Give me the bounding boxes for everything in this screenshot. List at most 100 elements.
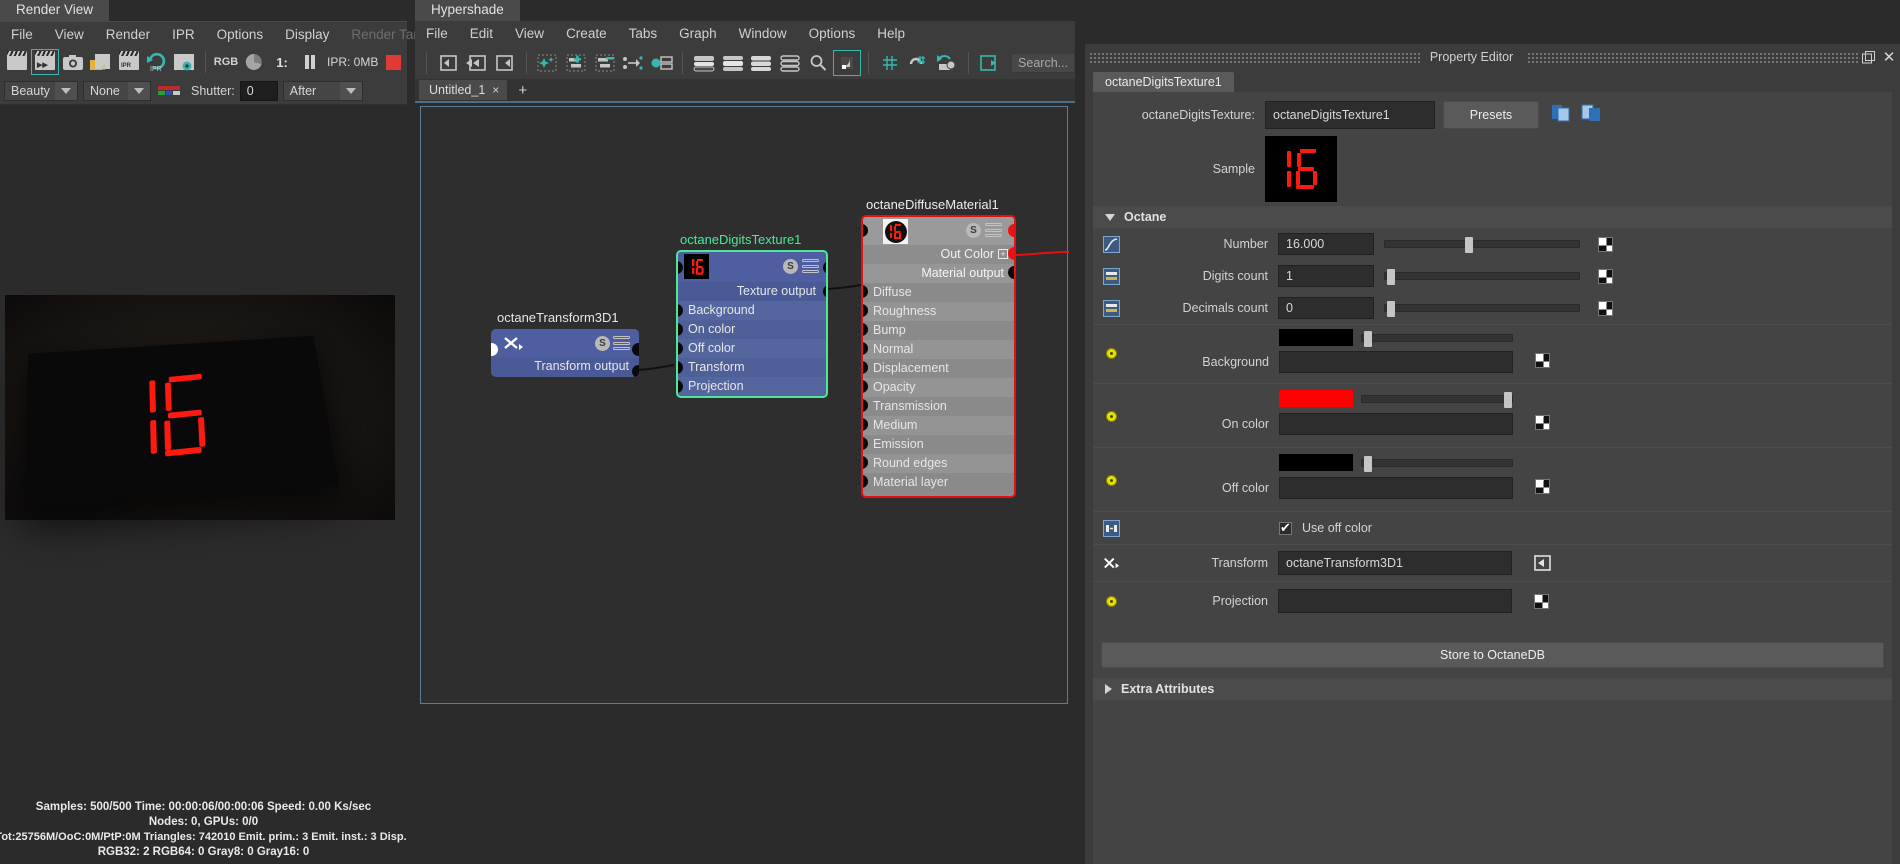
node-collapse-icon[interactable]: [802, 259, 819, 273]
shutter-mode-select[interactable]: After: [282, 80, 363, 101]
hs-menu-window[interactable]: Window: [728, 21, 798, 47]
node-output-texture-output[interactable]: Texture output: [678, 282, 826, 301]
node-input-off-color[interactable]: Off color: [678, 339, 826, 358]
node-octanediffusematerial1[interactable]: S Out Color + Material output Diffuse Ro…: [861, 215, 1016, 498]
hs-menu-file[interactable]: File: [415, 21, 459, 47]
layout-horizontal-icon[interactable]: [691, 51, 717, 75]
node-input-material-layer[interactable]: Material layer: [863, 473, 1014, 492]
render-node-icon[interactable]: [976, 51, 1002, 75]
color-dot-icon[interactable]: [1103, 593, 1120, 610]
section-header-octane[interactable]: Octane: [1093, 206, 1892, 228]
node-input-diffuse[interactable]: Diffuse: [863, 283, 1014, 302]
hs-menu-create[interactable]: Create: [555, 21, 618, 47]
node-input-projection[interactable]: Projection: [678, 377, 826, 396]
rgb-channels-icon[interactable]: RGB: [213, 50, 239, 74]
layout-vertical-icon[interactable]: [720, 51, 746, 75]
add-tab-button[interactable]: +: [509, 82, 536, 99]
menu-ipr[interactable]: IPR: [161, 22, 206, 48]
attribute-map-button-digits-count[interactable]: [1598, 268, 1613, 284]
expand-plus-icon[interactable]: +: [998, 249, 1008, 259]
close-icon[interactable]: ✕: [1878, 48, 1900, 66]
attribute-slider-number[interactable]: [1384, 237, 1580, 253]
node-input-medium[interactable]: Medium: [863, 416, 1014, 435]
node-input-transmission[interactable]: Transmission: [863, 397, 1014, 416]
layout-list-icon[interactable]: [777, 51, 803, 75]
hypershade-search-input[interactable]: Search...: [1011, 53, 1076, 73]
curve-icon[interactable]: [1103, 235, 1120, 253]
ipr-status-chip[interactable]: [386, 54, 402, 70]
attribute-map-button-decimals-count[interactable]: [1598, 300, 1613, 316]
hs-menu-edit[interactable]: Edit: [459, 21, 504, 47]
node-octanetransform3d1[interactable]: S Transform output: [491, 329, 639, 377]
aov-select[interactable]: Beauty: [4, 80, 78, 101]
node-input-emission[interactable]: Emission: [863, 435, 1014, 454]
attribute-map-button-off-color[interactable]: [1535, 479, 1550, 494]
ipr-refresh-icon[interactable]: IPR: [144, 50, 170, 74]
hs-menu-options[interactable]: Options: [798, 21, 867, 47]
clear-graph-icon[interactable]: [535, 51, 561, 75]
node-input-bump[interactable]: Bump: [863, 321, 1014, 340]
node-input-displacement[interactable]: Displacement: [863, 359, 1014, 378]
shutter-input[interactable]: 0: [239, 80, 278, 101]
use-off-color-checkbox[interactable]: [1279, 520, 1292, 536]
output-port-transform-output[interactable]: [632, 365, 639, 377]
attribute-input-background[interactable]: [1279, 351, 1513, 373]
layout-grid-icon[interactable]: [749, 51, 775, 75]
paste-tab-icon[interactable]: [1581, 104, 1603, 126]
show-upstream-icon[interactable]: [649, 51, 675, 75]
store-to-octanedb-button[interactable]: Store to OctaneDB: [1101, 642, 1884, 668]
render-settings-icon[interactable]: [172, 50, 198, 74]
goto-node-icon[interactable]: [1534, 555, 1552, 571]
node-graph-canvas[interactable]: octaneTransform3D1 S Transform output oc…: [420, 106, 1069, 704]
snapshot-camera-icon[interactable]: [60, 50, 86, 74]
attribute-input-number[interactable]: 16.000: [1278, 233, 1374, 255]
attribute-map-button-background[interactable]: [1535, 353, 1550, 368]
magnet-grid-icon[interactable]: [905, 51, 931, 75]
remove-selected-icon[interactable]: [592, 51, 618, 75]
camera-chevron-down-icon[interactable]: [128, 81, 150, 100]
copy-tab-icon[interactable]: [1551, 104, 1573, 126]
output-port-material-output[interactable]: [1008, 266, 1014, 279]
sample-preview[interactable]: [1265, 136, 1337, 202]
node-name-input[interactable]: octaneDigitsTexture1: [1265, 100, 1435, 129]
off-color-swatch[interactable]: [1279, 454, 1353, 471]
slider-knob[interactable]: [1504, 392, 1512, 408]
attribute-map-button-number[interactable]: [1598, 236, 1613, 252]
property-tab-octanedigitstexture1[interactable]: octaneDigitsTexture1: [1093, 72, 1234, 92]
menu-render[interactable]: Render: [95, 22, 161, 48]
input-output-connections-icon[interactable]: [464, 51, 490, 75]
attribute-input-on-color[interactable]: [1279, 413, 1513, 435]
background-intensity-slider[interactable]: [1361, 331, 1513, 347]
attribute-input-transform[interactable]: octaneTransform3D1: [1278, 551, 1512, 575]
node-input-roughness[interactable]: Roughness: [863, 302, 1014, 321]
node-input-normal[interactable]: Normal: [863, 340, 1014, 359]
hs-menu-help[interactable]: Help: [866, 21, 916, 47]
transform-icon[interactable]: [1103, 555, 1120, 572]
panel-drag-grip[interactable]: [1089, 51, 1420, 63]
search-icon[interactable]: [806, 51, 832, 75]
attribute-map-button-on-color[interactable]: [1535, 415, 1550, 430]
pause-icon[interactable]: [297, 50, 323, 74]
int-icon[interactable]: [1103, 299, 1120, 317]
node-swatch-preview[interactable]: [883, 219, 908, 244]
node-octanedigitstexture1[interactable]: S Texture output Background On color Off…: [676, 250, 828, 398]
node-swatch-toggle-icon[interactable]: S: [783, 259, 798, 274]
chevron-right-icon[interactable]: [1105, 684, 1112, 694]
off-color-intensity-slider[interactable]: [1361, 456, 1513, 472]
undock-icon[interactable]: [1858, 50, 1878, 64]
add-selected-icon[interactable]: [563, 51, 589, 75]
input-connections-icon[interactable]: [435, 51, 461, 75]
render-clapper-icon[interactable]: [4, 50, 30, 74]
node-input-round-edges[interactable]: Round edges: [863, 454, 1014, 473]
node-input-transform[interactable]: Transform: [678, 358, 826, 377]
ipr-render-icon[interactable]: IPR: [116, 50, 142, 74]
slider-knob[interactable]: [1386, 301, 1395, 317]
node-input-background[interactable]: Background: [678, 301, 826, 320]
output-port-out-color[interactable]: [1008, 247, 1014, 260]
node-swatch-preview[interactable]: [684, 254, 709, 279]
node-output-material-output[interactable]: Material output: [863, 264, 1014, 283]
rearrange-graph-icon[interactable]: [620, 51, 646, 75]
camera-select[interactable]: None: [83, 80, 151, 101]
node-output-out-color[interactable]: Out Color +: [863, 245, 1014, 264]
alpha-channel-icon[interactable]: [241, 50, 267, 74]
